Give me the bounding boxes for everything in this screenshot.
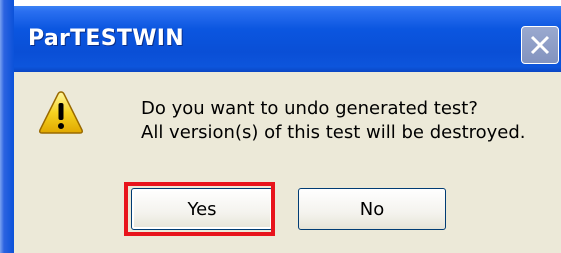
close-button[interactable] [521,26,559,64]
yes-button-label: Yes [187,198,217,220]
window-title: ParTESTWIN [28,26,184,51]
dialog-window: ParTESTWIN Do you want to undo generated… [0,0,561,253]
message-line-1: Do you want to undo generated test? [141,98,478,119]
no-button-label: No [359,198,385,220]
dialog-message: Do you want to undo generated test? All … [141,97,526,145]
yes-button[interactable]: Yes [131,188,273,230]
warning-icon [39,91,83,134]
message-line-2: All version(s) of this test will be dest… [141,122,526,143]
no-button[interactable]: No [298,188,446,230]
window-left-border [0,0,14,253]
close-x-icon [530,35,550,55]
title-bar[interactable]: ParTESTWIN [0,6,561,72]
